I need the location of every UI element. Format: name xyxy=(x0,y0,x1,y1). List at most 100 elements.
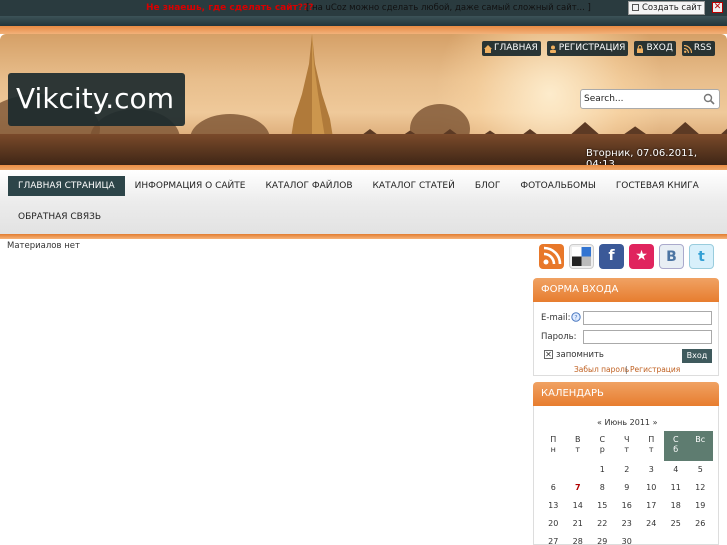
calendar-day[interactable]: 6 xyxy=(541,479,566,497)
calendar-day[interactable]: 1 xyxy=(590,461,615,479)
remember-label: запомнить xyxy=(556,350,604,360)
calendar-day[interactable]: 2 xyxy=(615,461,640,479)
calendar-day[interactable]: 12 xyxy=(688,479,713,497)
calendar-day[interactable]: 27 xyxy=(541,533,566,545)
create-site-button[interactable]: Создать сайт xyxy=(628,1,705,15)
calendar-day xyxy=(639,533,664,545)
email-label: E-mail: xyxy=(541,313,571,323)
nav-bottom-strip xyxy=(0,234,727,239)
calendar-day[interactable]: 29 xyxy=(590,533,615,545)
header-links: Главная Регистрация Вход RSS xyxy=(482,41,715,56)
header-link-register[interactable]: Регистрация xyxy=(546,41,629,56)
calendar-day[interactable]: 22 xyxy=(590,515,615,533)
header-link-login[interactable]: Вход xyxy=(634,41,676,56)
calendar-prev-month[interactable]: « xyxy=(597,418,602,427)
calendar-week-row: 12345 xyxy=(541,461,713,479)
nav-item-home[interactable]: Главная страница xyxy=(8,176,125,196)
calendar-week-row: 6 7 8 9 10 11 12 xyxy=(541,479,713,497)
calendar-day[interactable]: 14 xyxy=(566,497,591,515)
calendar-month-nav: « Июнь 2011 » xyxy=(597,418,657,427)
calendar-day[interactable]: 25 xyxy=(664,515,689,533)
nav-item-about[interactable]: Информация о сайте xyxy=(125,176,256,196)
calendar-week-row: 13 14 15 16 17 18 19 xyxy=(541,497,713,515)
close-icon[interactable]: ✕ xyxy=(712,2,723,13)
nav-item-feedback[interactable]: Обратная связь xyxy=(8,207,111,227)
register-link[interactable]: Регистрация xyxy=(630,365,680,374)
banner-pagoda xyxy=(290,34,334,144)
calendar-day[interactable]: 28 xyxy=(566,533,591,545)
calendar-title: Календарь xyxy=(533,382,719,406)
rss-icon[interactable] xyxy=(539,244,564,269)
header-dark-strip xyxy=(0,16,727,26)
calendar-weekday: В т xyxy=(575,435,581,454)
calendar-day[interactable]: 7 xyxy=(566,479,591,497)
forgot-password-link[interactable]: Забыл пароль xyxy=(574,365,629,374)
calendar-day xyxy=(566,461,591,479)
remember-checkbox[interactable]: ✕ xyxy=(544,350,553,359)
no-materials-text: Материалов нет xyxy=(7,241,80,251)
vkontakte-icon[interactable]: B xyxy=(659,244,684,269)
promo-text[interactable]: [ на uCoz можно сделать любой, даже самы… xyxy=(306,3,591,13)
openid-icon[interactable]: ? xyxy=(571,312,581,322)
twitter-icon[interactable]: t xyxy=(689,244,714,269)
calendar-next-month[interactable]: » xyxy=(653,418,658,427)
header-link-rss[interactable]: RSS xyxy=(681,41,715,56)
calendar-day[interactable]: 19 xyxy=(688,497,713,515)
header-link-label: Главная xyxy=(494,43,538,53)
calendar-day[interactable]: 8 xyxy=(590,479,615,497)
favorites-icon[interactable]: ★ xyxy=(629,244,654,269)
calendar-day xyxy=(541,461,566,479)
calendar-grid: П нВ тС рЧ тП тС б Вс 1 2 3 4 5 6 7 8 9 10 11 12 13 14 1… xyxy=(541,431,713,545)
calendar-weekday: С б xyxy=(663,431,688,461)
header-orange-strip xyxy=(0,26,727,34)
calendar-weekday: Вс xyxy=(688,431,713,461)
svg-text:?: ? xyxy=(574,315,577,322)
login-submit-button[interactable]: Вход xyxy=(682,349,712,363)
password-field[interactable] xyxy=(583,330,712,344)
delicious-icon[interactable] xyxy=(569,244,594,269)
calendar-day[interactable]: 30 xyxy=(615,533,640,545)
site-logo[interactable]: Vikcity.com xyxy=(8,73,185,126)
ucoz-top-bar: Не знаешь, где сделать сайт??? [ на uCoz… xyxy=(0,0,727,16)
calendar-day xyxy=(664,533,689,545)
calendar-day[interactable]: 23 xyxy=(615,515,640,533)
nav-item-guestbook[interactable]: Гостевая книга xyxy=(606,176,709,196)
calendar-weekday: Ч т xyxy=(624,435,630,454)
calendar-day[interactable]: 3 xyxy=(639,461,664,479)
calendar-day[interactable]: 10 xyxy=(639,479,664,497)
calendar-day[interactable]: 11 xyxy=(664,479,689,497)
calendar-day[interactable]: 24 xyxy=(639,515,664,533)
nav-item-articles[interactable]: Каталог статей xyxy=(363,176,465,196)
nav-item-files[interactable]: Каталог файлов xyxy=(255,176,362,196)
email-field[interactable] xyxy=(583,311,712,325)
rss-icon xyxy=(683,44,692,53)
login-form-title: Форма входа xyxy=(533,278,719,302)
calendar-day[interactable]: 20 xyxy=(541,515,566,533)
calendar-weekday: С р xyxy=(599,435,606,454)
main-navigation: Главная страница Информация о сайте Ката… xyxy=(0,170,727,234)
calendar-day[interactable]: 4 xyxy=(664,461,689,479)
calendar-day[interactable]: 17 xyxy=(639,497,664,515)
calendar-weekday: П н xyxy=(550,435,557,454)
home-icon xyxy=(484,44,492,53)
calendar-day[interactable]: 9 xyxy=(615,479,640,497)
calendar-day[interactable]: 18 xyxy=(664,497,689,515)
search-input[interactable] xyxy=(584,92,699,106)
calendar-day[interactable]: 15 xyxy=(590,497,615,515)
calendar-day[interactable]: 16 xyxy=(615,497,640,515)
calendar-day[interactable]: 26 xyxy=(688,515,713,533)
calendar-day[interactable]: 13 xyxy=(541,497,566,515)
facebook-icon[interactable]: f xyxy=(599,244,624,269)
user-icon xyxy=(549,45,556,53)
header-link-home[interactable]: Главная xyxy=(482,41,541,56)
header-link-label: Регистрация xyxy=(558,43,626,53)
calendar-day[interactable]: 21 xyxy=(566,515,591,533)
nav-item-blog[interactable]: Блог xyxy=(465,176,511,196)
link-separator: | xyxy=(625,365,628,374)
header-link-label: RSS xyxy=(693,43,712,53)
promo-link[interactable]: Не знаешь, где сделать сайт??? xyxy=(146,3,313,13)
search-box xyxy=(580,89,720,109)
nav-item-photos[interactable]: Фотоальбомы xyxy=(510,176,605,196)
search-icon[interactable] xyxy=(703,93,715,105)
calendar-day[interactable]: 5 xyxy=(688,461,713,479)
